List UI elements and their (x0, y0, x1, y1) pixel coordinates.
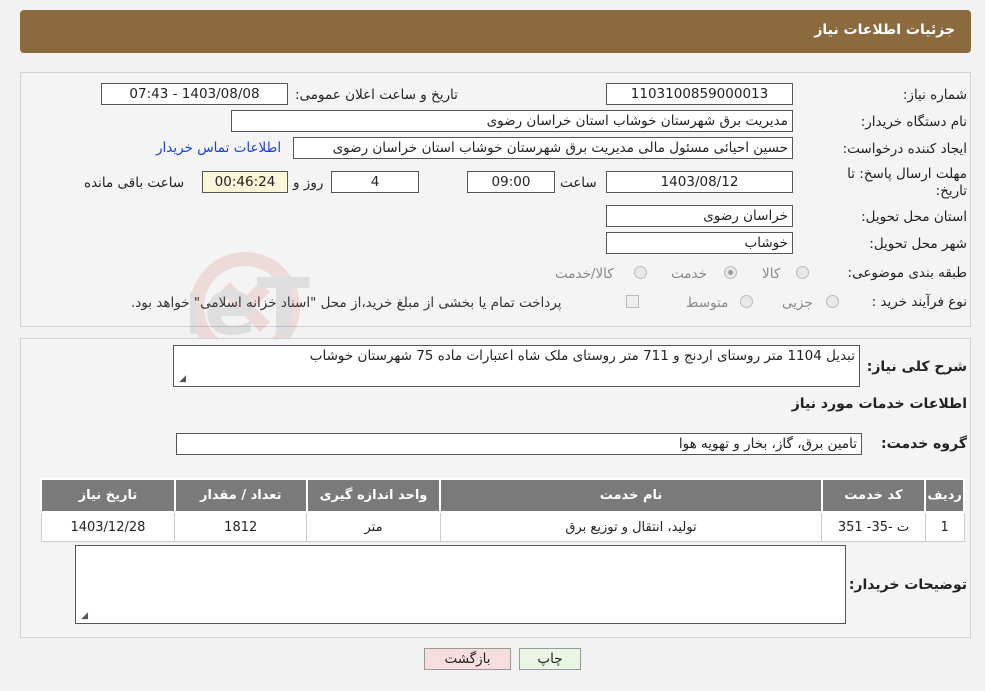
table-header-row: ردیف کد خدمت نام خدمت واحد اندازه گیری ت… (40, 478, 965, 513)
city-label: شهر محل تحویل: (869, 236, 967, 252)
province-field: خراسان رضوی (606, 205, 793, 227)
deadline-time-field: 09:00 (467, 171, 555, 193)
treasury-payment-checkbox[interactable] (626, 295, 639, 308)
process-option-medium: متوسط (686, 295, 729, 311)
cell-row-number: 1 (924, 511, 965, 542)
service-group-field: تامین برق، گاز، بخار و تهویه هوا (176, 433, 862, 455)
table-row: 1 ت -35- 351 تولید، انتقال و توزیع برق م… (40, 511, 965, 542)
province-label: استان محل تحویل: (861, 209, 967, 225)
buyer-label: نام دستگاه خریدار: (860, 114, 967, 130)
buyer-notes-textarea[interactable]: ◢ (75, 545, 846, 624)
col-service-name: نام خدمت (439, 478, 823, 513)
buyer-field: مدیریت برق شهرستان خوشاب استان خراسان رض… (231, 110, 793, 132)
page-header: جزئیات اطلاعات نیاز (20, 10, 971, 53)
col-service-code: کد خدمت (820, 478, 927, 513)
page-title: جزئیات اطلاعات نیاز (814, 22, 955, 38)
resize-grip-icon[interactable]: ◢ (79, 612, 88, 621)
need-number-field: 1103100859000013 (606, 83, 793, 105)
category-option-goods: کالا (762, 266, 781, 282)
process-radio-minor[interactable] (826, 295, 839, 308)
services-table: ردیف کد خدمت نام خدمت واحد اندازه گیری ت… (40, 478, 965, 542)
treasury-payment-note: پرداخت تمام یا بخشی از مبلغ خرید،از محل … (131, 295, 562, 311)
category-label: طبقه بندی موضوعی: (847, 265, 967, 281)
time-label: ساعت (560, 175, 597, 191)
print-button[interactable]: چاپ (519, 648, 581, 670)
days-field: 4 (331, 171, 419, 193)
category-radio-service[interactable] (724, 266, 737, 279)
announce-field: 1403/08/08 - 07:43 (101, 83, 288, 105)
cell-need-date: 1403/12/28 (40, 511, 176, 542)
contact-info-link[interactable]: اطلاعات تماس خریدار (156, 140, 281, 156)
service-group-label: گروه خدمت: (881, 436, 967, 452)
services-section-title: اطلاعات خدمات مورد نیاز (791, 396, 967, 412)
creator-label: ایجاد کننده درخواست: (842, 141, 967, 157)
col-quantity: تعداد / مقدار (173, 478, 308, 513)
back-button[interactable]: بازگشت (424, 648, 511, 670)
buyer-notes-label: توضیحات خریدار: (848, 577, 967, 593)
city-field: خوشاب (606, 232, 793, 254)
cell-quantity: 1812 (174, 511, 308, 542)
col-unit: واحد اندازه گیری (305, 478, 442, 513)
col-row-number: ردیف (924, 478, 965, 513)
remaining-label: ساعت باقی مانده (84, 175, 185, 191)
need-number-label: شماره نیاز: (902, 87, 967, 103)
deadline-date-field: 1403/08/12 (606, 171, 793, 193)
process-radio-medium[interactable] (740, 295, 753, 308)
category-option-service: خدمت (671, 266, 707, 282)
process-label: نوع فرآیند خرید : (871, 294, 967, 310)
deadline-label: مهلت ارسال پاسخ: تا تاریخ: (847, 166, 967, 199)
cell-service-code: ت -35- 351 (821, 511, 926, 542)
category-option-goods-service: کالا/خدمت (555, 266, 614, 282)
summary-label: شرح کلی نیاز: (866, 359, 967, 375)
summary-text: تبدیل 1104 متر روستای اردنج و 711 متر رو… (309, 348, 855, 364)
cell-unit: متر (306, 511, 441, 542)
col-need-date: تاریخ نیاز (40, 478, 176, 513)
summary-textarea[interactable]: تبدیل 1104 متر روستای اردنج و 711 متر رو… (173, 345, 860, 387)
creator-field: حسین احیائی مسئول مالی مدیریت برق شهرستا… (293, 137, 793, 159)
resize-grip-icon[interactable]: ◢ (177, 375, 186, 384)
days-label: روز و (293, 175, 324, 191)
cell-service-name: تولید، انتقال و توزیع برق (439, 511, 823, 542)
remaining-time-field: 00:46:24 (202, 171, 288, 193)
announce-label: تاریخ و ساعت اعلان عمومی: (295, 87, 458, 103)
category-radio-goods[interactable] (796, 266, 809, 279)
process-option-minor: جزیی (782, 295, 813, 311)
category-radio-goods-service[interactable] (634, 266, 647, 279)
